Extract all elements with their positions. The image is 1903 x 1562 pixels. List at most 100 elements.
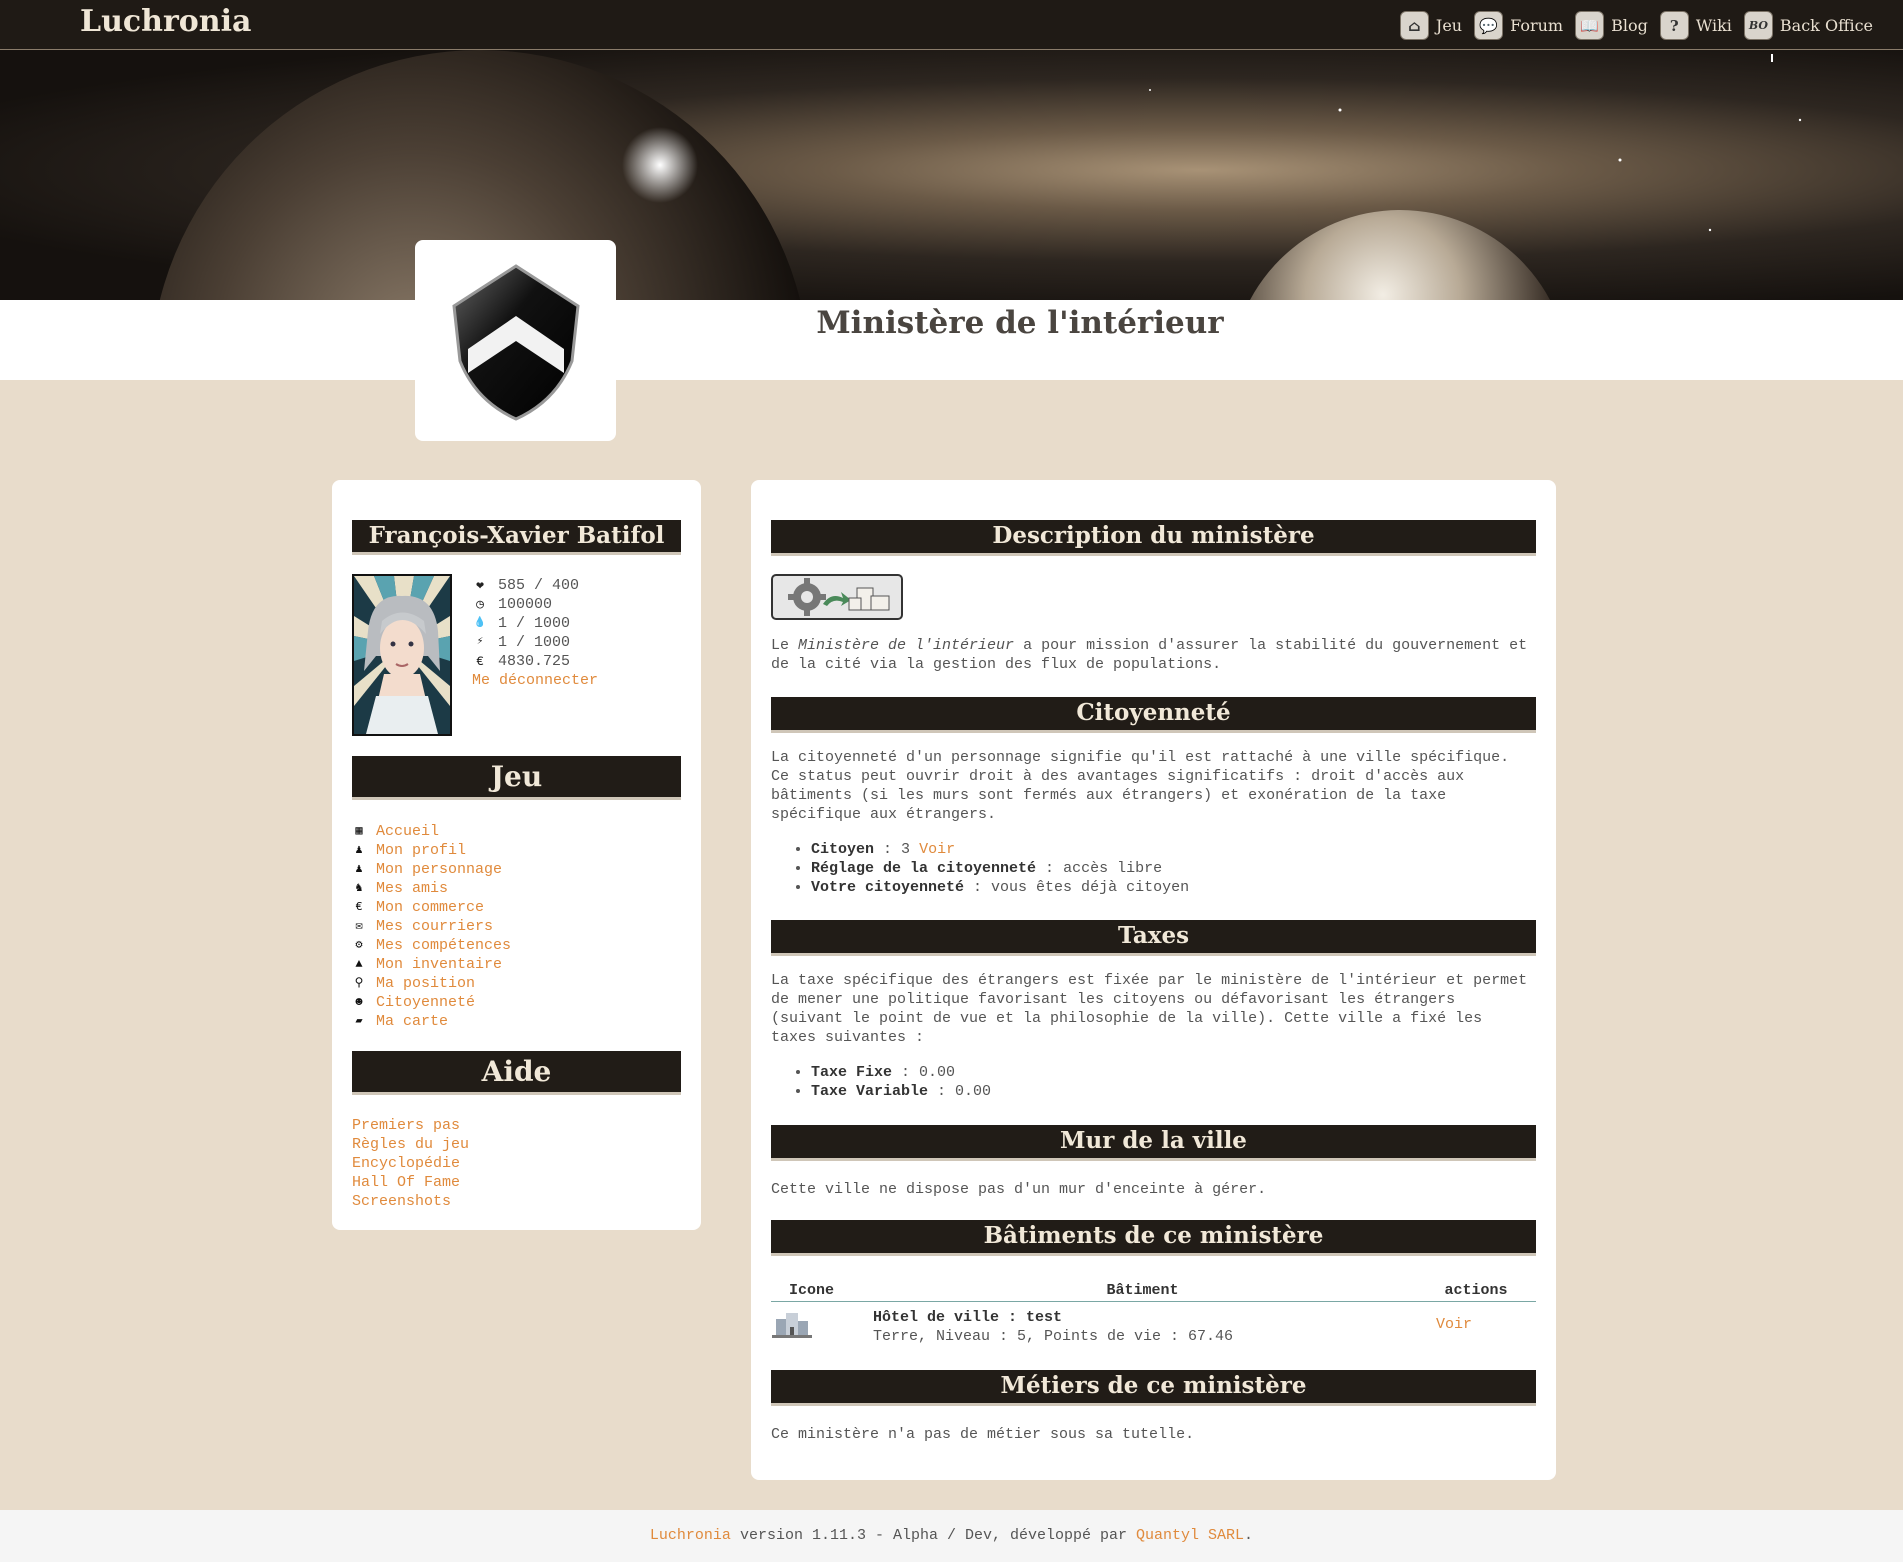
backpack-icon: ▲ bbox=[355, 957, 363, 971]
jobs-heading: Métiers de ce ministère bbox=[771, 1370, 1536, 1406]
menu-link[interactable]: Mes amis bbox=[376, 879, 448, 898]
logout-link[interactable]: Me déconnecter bbox=[472, 672, 598, 689]
buildings-table: Icone Bâtiment actions Hôtel de ville: … bbox=[771, 1280, 1536, 1346]
menu-item-accueil[interactable]: ▦ Accueil bbox=[352, 822, 511, 841]
section-jeu-heading: Jeu bbox=[352, 756, 681, 800]
stat-value: 585 / 400 bbox=[498, 577, 580, 594]
footer-company-link[interactable]: Quantyl SARL bbox=[1136, 1527, 1244, 1544]
wall-text: Cette ville ne dispose pas d'un mur d'en… bbox=[771, 1181, 1267, 1198]
item-value: 0.00 bbox=[955, 1083, 992, 1100]
menu-item-mon-inventaire[interactable]: ▲ Mon inventaire bbox=[352, 955, 511, 974]
building-name: Hôtel de ville : test bbox=[873, 1309, 1063, 1326]
footer-brand-link[interactable]: Luchronia bbox=[650, 1527, 731, 1544]
menu-link[interactable]: Mon commerce bbox=[376, 898, 484, 917]
list-item: Taxe Variable : 0.00 bbox=[811, 1082, 1536, 1101]
list-item: Réglage de la citoyenneté : accès libre bbox=[811, 859, 1536, 878]
speech-bubble-icon: 💬 bbox=[1474, 11, 1504, 40]
item-label: Citoyen bbox=[811, 841, 875, 858]
nav-jeu[interactable]: ⌂ Jeu bbox=[1399, 11, 1463, 40]
list-item: Taxe Fixe : 0.00 bbox=[811, 1063, 1536, 1082]
nav-label: Forum bbox=[1510, 16, 1564, 35]
help-link-encyclopedie[interactable]: Encyclopédie bbox=[352, 1155, 460, 1172]
text: Le bbox=[771, 637, 799, 654]
stat-health: ❤ 585 / 400 bbox=[472, 576, 598, 595]
menu-link[interactable]: Mes compétences bbox=[376, 936, 511, 955]
item-value: 3 bbox=[901, 841, 911, 858]
help-link-hall-of-fame[interactable]: Hall Of Fame bbox=[352, 1174, 460, 1191]
euro-icon: € bbox=[355, 900, 363, 914]
menu-link[interactable]: Accueil bbox=[376, 822, 439, 841]
building-detail: Terre, Niveau : 5, Points de vie : 67.46 bbox=[873, 1328, 1234, 1345]
stat-time: ◷ 100000 bbox=[472, 595, 598, 614]
nav-label: Jeu bbox=[1435, 16, 1463, 35]
help-link-premiers-pas[interactable]: Premiers pas bbox=[352, 1117, 460, 1134]
menu-link[interactable]: Mon personnage bbox=[376, 860, 502, 879]
nav-blog[interactable]: 📖 Blog bbox=[1575, 11, 1648, 40]
town-hall-icon bbox=[772, 1313, 812, 1338]
column-header: actions bbox=[1416, 1280, 1536, 1302]
menu-item-mes-amis[interactable]: ♞ Mes amis bbox=[352, 879, 511, 898]
menu-item-mon-personnage[interactable]: ♟ Mon personnage bbox=[352, 860, 511, 879]
menu-item-mon-commerce[interactable]: € Mon commerce bbox=[352, 898, 511, 917]
stat-money: € 4830.725 bbox=[472, 652, 598, 671]
menu-item-mon-profil[interactable]: ♟ Mon profil bbox=[352, 841, 511, 860]
menu-link[interactable]: Mes courriers bbox=[376, 917, 493, 936]
calendar-icon: ▦ bbox=[355, 824, 363, 838]
view-citizens-link[interactable]: Voir bbox=[919, 841, 955, 858]
avatar-illustration bbox=[354, 576, 450, 734]
map-pin-icon: ⚲ bbox=[354, 976, 364, 990]
item-value: accès libre bbox=[1063, 860, 1163, 877]
item-label: Votre citoyenneté bbox=[811, 879, 965, 896]
citizenship-list: Citoyen : 3 Voir Réglage de la citoyenne… bbox=[771, 840, 1536, 897]
item-value: 0.00 bbox=[919, 1064, 956, 1081]
wall-heading: Mur de la ville bbox=[771, 1125, 1536, 1161]
menu-link[interactable]: Ma carte bbox=[376, 1012, 448, 1031]
citizenship-text: La citoyenneté d'un personnage signifie … bbox=[771, 749, 1510, 823]
item-value: vous êtes déjà citoyen bbox=[991, 879, 1190, 896]
drop-icon: 💧 bbox=[473, 618, 487, 629]
player-name: François-Xavier Batifol bbox=[352, 520, 681, 555]
stat-value: 1 / 1000 bbox=[498, 634, 571, 651]
footer: Luchronia version 1.11.3 - Alpha / Dev, … bbox=[0, 1510, 1903, 1562]
buildings-heading: Bâtiments de ce ministère bbox=[771, 1220, 1536, 1256]
nav-wiki[interactable]: ? Wiki bbox=[1659, 11, 1732, 40]
nav-label: Blog bbox=[1611, 16, 1648, 35]
player-stats: ❤ 585 / 400 ◷ 100000 💧 1 / 1000 ⚡ 1 / 10… bbox=[472, 576, 598, 690]
menu-link[interactable]: Citoyenneté bbox=[376, 993, 475, 1012]
stat-value: 4830.725 bbox=[498, 653, 571, 670]
gears-icon: ⚙ bbox=[355, 938, 363, 952]
taxes-heading: Taxes bbox=[771, 920, 1536, 956]
citizenship-section: La citoyenneté d'un personnage signifie … bbox=[771, 748, 1536, 897]
footer-end: . bbox=[1244, 1527, 1254, 1544]
friends-icon: ♞ bbox=[355, 881, 363, 895]
menu-link[interactable]: Mon inventaire bbox=[376, 955, 502, 974]
brand-logo[interactable]: Luchronia bbox=[80, 4, 251, 39]
action-cell: Voir bbox=[1416, 1302, 1536, 1347]
menu-link[interactable]: Mon profil bbox=[376, 841, 466, 860]
taxes-text: La taxe spécifique des étrangers est fix… bbox=[771, 972, 1528, 1046]
top-nav: ⌂ Jeu 💬 Forum 📖 Blog ? Wiki BO Back Offi… bbox=[1399, 11, 1873, 40]
menu-item-citoyennete[interactable]: ☻ Citoyenneté bbox=[352, 993, 511, 1012]
home-icon: ⌂ bbox=[1399, 11, 1429, 40]
person-icon: ♟ bbox=[355, 862, 363, 876]
avatar[interactable] bbox=[352, 574, 452, 736]
shield-icon bbox=[451, 263, 580, 421]
menu-link[interactable]: Ma position bbox=[376, 974, 475, 993]
taxes-section: La taxe spécifique des étrangers est fix… bbox=[771, 971, 1536, 1101]
help-link-regles[interactable]: Règles du jeu bbox=[352, 1136, 469, 1153]
jobs-text: Ce ministère n'a pas de métier sous sa t… bbox=[771, 1426, 1195, 1443]
menu-item-mes-courriers[interactable]: ✉ Mes courriers bbox=[352, 917, 511, 936]
planets-illustration bbox=[159, 50, 1802, 300]
menu-item-mes-competences[interactable]: ⚙ Mes compétences bbox=[352, 936, 511, 955]
bo-icon: BO bbox=[1743, 11, 1773, 40]
heart-icon: ❤ bbox=[476, 578, 484, 593]
stat-energy: ⚡ 1 / 1000 bbox=[472, 633, 598, 652]
view-building-link[interactable]: Voir bbox=[1436, 1316, 1472, 1333]
nav-forum[interactable]: 💬 Forum bbox=[1474, 11, 1563, 40]
help-link-screenshots[interactable]: Screenshots bbox=[352, 1193, 451, 1210]
ministry-badge bbox=[771, 574, 903, 620]
menu-item-ma-position[interactable]: ⚲ Ma position bbox=[352, 974, 511, 993]
envelope-icon: ✉ bbox=[355, 919, 363, 933]
nav-back-office[interactable]: BO Back Office bbox=[1743, 11, 1873, 40]
menu-item-ma-carte[interactable]: ▰ Ma carte bbox=[352, 1012, 511, 1031]
